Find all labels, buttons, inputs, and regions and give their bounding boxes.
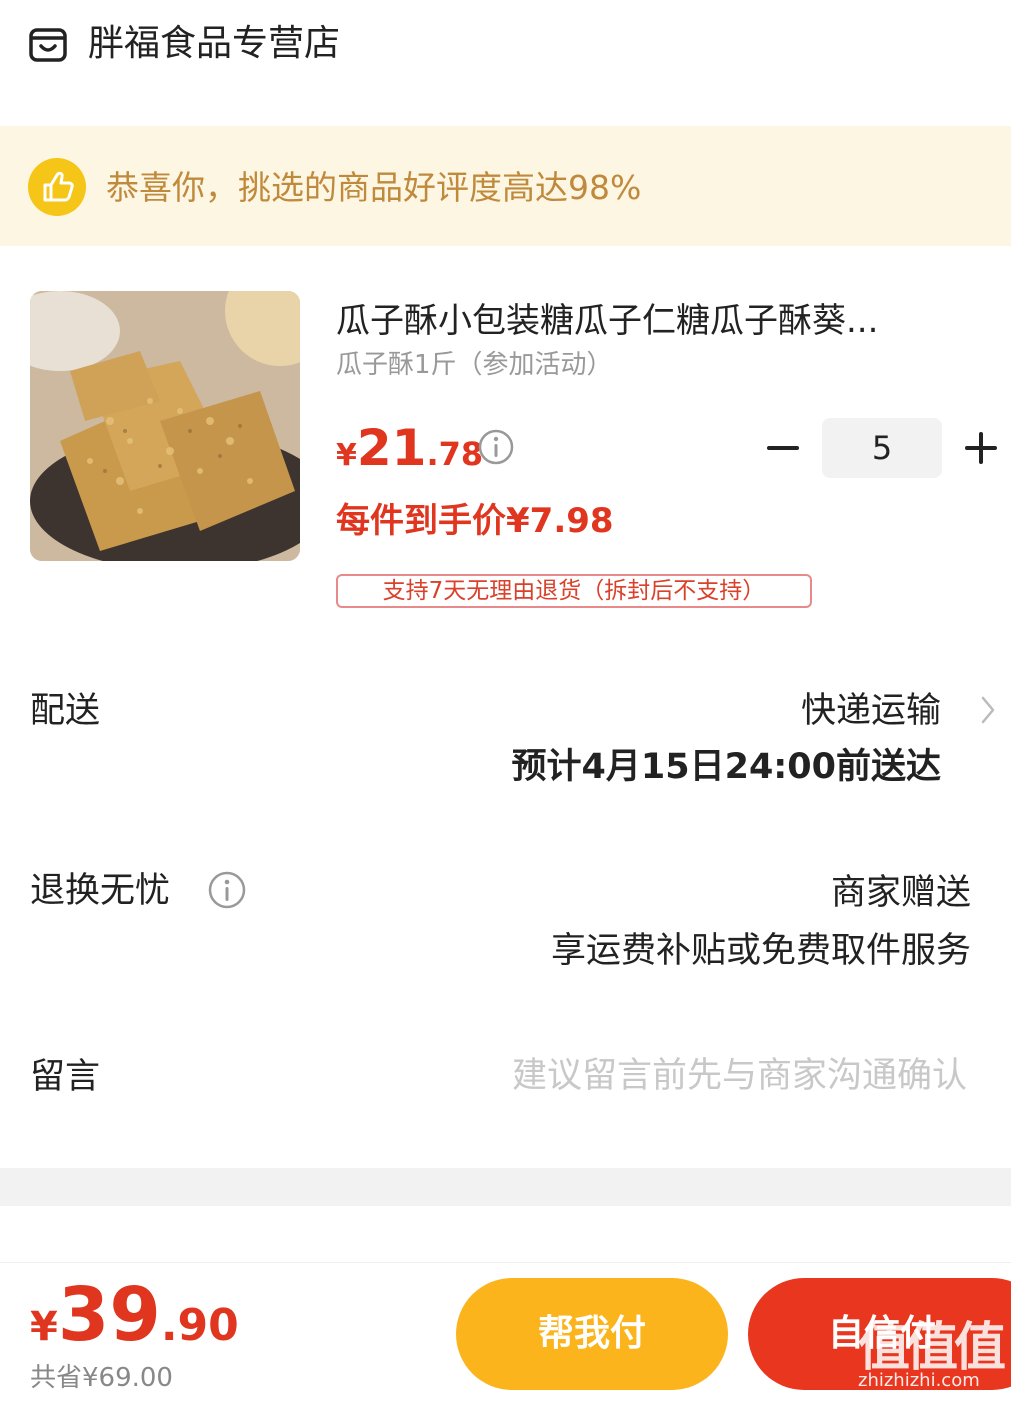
decrease-quantity-button[interactable]: [752, 420, 812, 476]
increase-quantity-button[interactable]: [952, 420, 1011, 476]
savings-text: 共省¥69.00: [30, 1363, 173, 1393]
quantity-value[interactable]: 5: [822, 418, 942, 478]
return-service-label: 退换无忧: [30, 871, 171, 911]
price-decimal: .78: [426, 435, 484, 473]
thumbs-up-icon: [28, 158, 86, 216]
price-info-icon[interactable]: [477, 428, 515, 466]
unit-price: ¥21.78: [336, 416, 483, 492]
delivery-method[interactable]: 快递运输: [801, 688, 941, 734]
message-input[interactable]: [447, 1052, 967, 1100]
total-symbol: ¥: [30, 1304, 58, 1350]
price-integer: 21: [356, 419, 427, 477]
per-item-price: 每件到手价¥7.98: [336, 501, 614, 541]
chevron-right-icon[interactable]: [976, 690, 1000, 730]
product-title[interactable]: 瓜子酥小包装糖瓜子仁糖瓜子酥葵...: [336, 298, 976, 344]
rating-banner-text: 恭喜你，挑选的商品好评度高达98%: [106, 168, 642, 207]
watermark-url: zhizhizhi.com: [858, 1370, 980, 1391]
price-symbol: ¥: [336, 438, 357, 473]
store-icon: [28, 24, 68, 64]
product-image[interactable]: [30, 291, 300, 561]
delivery-eta: 预计4月15日24:00前送达: [511, 747, 941, 787]
return-info-icon[interactable]: [207, 870, 247, 910]
section-divider: [0, 1168, 1011, 1206]
total-decimal: .90: [160, 1300, 239, 1351]
watermark-logo: 值值值: [858, 1318, 1006, 1378]
store-name[interactable]: 胖福食品专营店: [88, 22, 340, 66]
total-integer: 39: [57, 1272, 161, 1358]
delivery-label: 配送: [30, 691, 101, 731]
return-gift-text: 商家赠送: [830, 873, 971, 913]
product-variant[interactable]: 瓜子酥1斤（参加活动）: [336, 345, 613, 385]
help-me-pay-button[interactable]: 帮我付: [456, 1278, 728, 1390]
return-service-desc: 享运费补贴或免费取件服务: [550, 931, 971, 971]
message-label: 留言: [30, 1057, 101, 1097]
return-policy-tag: 支持7天无理由退货（拆封后不支持）: [336, 574, 812, 608]
